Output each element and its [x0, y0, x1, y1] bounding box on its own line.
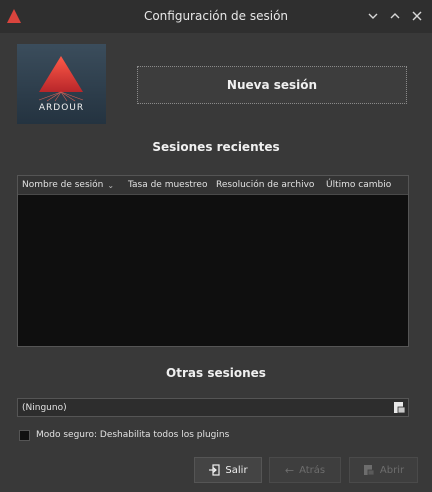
minimize-icon[interactable] [364, 7, 382, 25]
quit-button[interactable]: Salir [194, 457, 262, 483]
back-button[interactable]: ← Atrás [269, 457, 341, 483]
column-header-session-name[interactable]: Nombre de sesión ⌄ [18, 180, 124, 190]
open-file-icon[interactable] [393, 401, 406, 414]
ardour-logo: ARDOUR [17, 44, 106, 124]
safe-mode-option[interactable]: Modo seguro: Deshabilita todos los plugi… [19, 428, 229, 442]
other-sessions-title: Otras sesiones [166, 366, 266, 380]
recent-sessions-table[interactable]: Nombre de sesión ⌄ Tasa de muestreo Reso… [17, 175, 409, 347]
safe-mode-checkbox[interactable] [19, 429, 30, 441]
window-controls [364, 6, 426, 26]
other-sessions-selected: (Ninguno) [22, 402, 67, 413]
table-header: Nombre de sesión ⌄ Tasa de muestreo Reso… [18, 176, 408, 195]
open-button[interactable]: Abrir [349, 457, 418, 483]
arrow-left-icon: ← [284, 463, 295, 477]
open-file-icon [363, 465, 375, 476]
column-header-file-resolution[interactable]: Resolución de archivo [212, 180, 322, 190]
ardour-logo-text: ARDOUR [38, 103, 85, 113]
column-header-last-modified[interactable]: Último cambio [322, 180, 402, 190]
new-session-button[interactable]: Nueva sesión [137, 66, 407, 104]
back-label: Atrás [299, 464, 326, 476]
safe-mode-label: Modo seguro: Deshabilita todos los plugi… [36, 430, 230, 440]
maximize-icon[interactable] [386, 7, 404, 25]
other-sessions-file-chooser[interactable]: (Ninguno) [17, 398, 409, 417]
exit-icon [209, 464, 221, 476]
title-bar[interactable]: Configuración de sesión [0, 0, 432, 33]
quit-label: Salir [225, 464, 248, 476]
open-label: Abrir [379, 464, 405, 476]
close-icon[interactable] [408, 7, 426, 25]
session-setup-window: Configuración de sesión ARDOUR Nueva ses… [0, 0, 432, 492]
sort-chevron-icon: ⌄ [107, 180, 115, 190]
recent-sessions-title: Sesiones recientes [152, 140, 280, 154]
column-header-sample-rate[interactable]: Tasa de muestreo [124, 180, 212, 190]
